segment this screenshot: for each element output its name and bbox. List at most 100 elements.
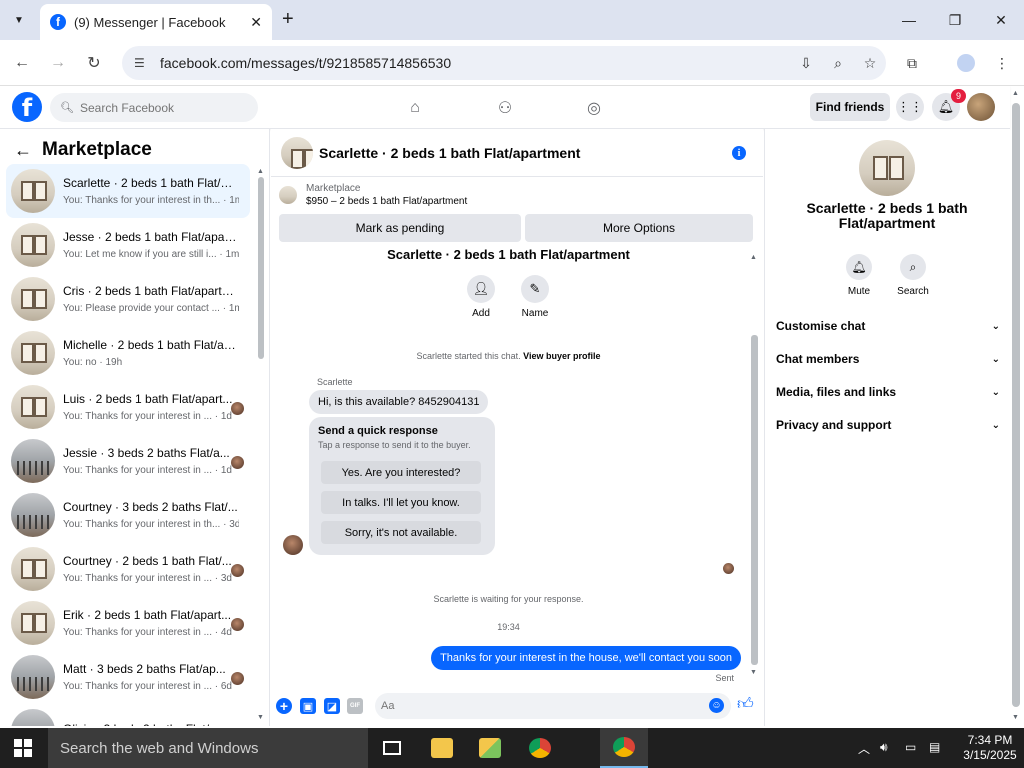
media-files-links-item[interactable]: Media, files and links ⌄ [776, 380, 1000, 404]
conversation-avatar [11, 331, 55, 375]
volume-icon[interactable]: 🔊︎ [880, 740, 888, 755]
scroll-up-arrow-icon[interactable]: ▲ [257, 168, 264, 175]
forward-arrow-icon[interactable]: → [47, 52, 69, 74]
browser-menu-icon[interactable]: ⋮ [990, 52, 1014, 74]
tab-search-chevron-icon[interactable]: ▼ [6, 8, 32, 32]
quick-response-talks-button[interactable]: In talks. I'll let you know. [321, 491, 481, 514]
profile-icon[interactable] [954, 52, 978, 74]
gif-icon[interactable]: GIF [347, 698, 363, 714]
more-options-button[interactable]: More Options [525, 214, 753, 242]
taskbar-clock[interactable]: 7:34 PM 3/15/2025 [958, 733, 1022, 763]
chat-members-item[interactable]: Chat members ⌄ [776, 347, 1000, 371]
facebook-logo-icon[interactable]: f [12, 92, 42, 122]
minimize-icon[interactable]: — [886, 0, 932, 40]
search-action[interactable]: ⌕ Search [893, 254, 933, 297]
conversation-item[interactable]: Jessie · 3 beds 2 baths Flat/a... You: Th… [6, 434, 250, 488]
conversation-list-scrollbar[interactable] [258, 177, 264, 359]
thumbs-up-icon[interactable]: 👍︎ [737, 695, 754, 714]
conversation-item[interactable]: Olivia · 3 beds 2 baths Flat/a... [6, 704, 250, 726]
listing-summary[interactable]: Marketplace $950 – 2 beds 1 bath Flat/ap… [279, 183, 467, 207]
friends-icon[interactable]: ⚇ [493, 96, 517, 120]
reload-icon[interactable]: ↻ [83, 52, 105, 74]
close-tab-icon[interactable]: ✕ [250, 14, 262, 31]
scroll-down-arrow-icon[interactable]: ▼ [257, 714, 264, 721]
add-action[interactable]: 👤︎ Add [461, 275, 501, 319]
install-app-icon[interactable]: ⇩ [790, 55, 822, 72]
photo-icon[interactable]: ▣ [300, 698, 316, 714]
taskbar-search[interactable]: Search the web and Windows [48, 728, 368, 768]
page-scrollbar[interactable] [1012, 103, 1020, 707]
thread-scrollbar[interactable] [751, 335, 758, 665]
conversation-item[interactable]: Matt · 3 beds 2 baths Flat/ap... You: Tha… [6, 650, 250, 704]
file-explorer-icon[interactable] [418, 728, 466, 768]
menu-grid-icon[interactable]: ⋮⋮ [896, 93, 924, 121]
conversation-list: Scarlette · 2 beds 1 bath Flat/ap... You:… [6, 164, 250, 726]
account-avatar[interactable] [967, 93, 995, 121]
quick-response-card: Send a quick response Tap a response to … [309, 417, 495, 555]
groups-icon[interactable]: ◎ [582, 96, 606, 120]
browser-tab[interactable]: f (9) Messenger | Facebook ✕ [40, 4, 272, 40]
name-action[interactable]: ✎ Name [515, 275, 555, 319]
maps-app-icon[interactable] [466, 728, 514, 768]
facebook-search-input[interactable] [79, 100, 250, 115]
conversation-item[interactable]: Jesse · 2 beds 1 bath Flat/apart... You: … [6, 218, 250, 272]
chat-avatar[interactable] [281, 136, 313, 169]
facebook-search[interactable]: 🔍︎ [50, 93, 258, 122]
bookmark-star-icon[interactable]: ☆ [854, 55, 886, 72]
chrome-active-window-icon[interactable] [600, 728, 648, 768]
browser-tab-bar: ▼ f (9) Messenger | Facebook ✕ + — ❐ ✕ [0, 0, 1024, 40]
scroll-down-arrow-icon[interactable]: ▼ [750, 669, 757, 676]
conversation-preview: You: Let me know if you are still i... ·… [63, 249, 239, 260]
sender-avatar[interactable] [283, 535, 303, 555]
close-window-icon[interactable]: ✕ [978, 0, 1024, 40]
address-bar[interactable]: ☰ facebook.com/messages/t/92185857148565… [122, 46, 886, 80]
privacy-support-item[interactable]: Privacy and support ⌄ [776, 413, 1000, 437]
incoming-message[interactable]: Hi, is this available? 8452904131 [309, 390, 489, 414]
customise-chat-item[interactable]: Customise chat ⌄ [776, 314, 1000, 338]
conversation-avatar [11, 709, 55, 726]
conversation-item[interactable]: Courtney · 3 beds 2 baths Flat/... You: T… [6, 488, 250, 542]
zoom-icon[interactable]: ⌕ [822, 55, 854, 72]
restore-icon[interactable]: ❐ [932, 0, 978, 40]
new-tab-plus-icon[interactable]: + [282, 8, 294, 31]
conversation-item[interactable]: Cris · 2 beds 1 bath Flat/apartm... You: … [6, 272, 250, 326]
home-icon[interactable]: ⌂ [403, 96, 427, 120]
listing-thumbnail [279, 186, 297, 204]
find-friends-button[interactable]: Find friends [810, 93, 890, 121]
back-arrow-icon[interactable]: ← [11, 52, 33, 74]
mute-action[interactable]: 🔔︎ Mute [839, 254, 879, 297]
conversation-item[interactable]: Scarlette · 2 beds 1 bath Flat/ap... You:… [6, 164, 250, 218]
outgoing-message[interactable]: Thanks for your interest in the house, w… [431, 646, 741, 670]
conversation-item[interactable]: Erik · 2 beds 1 bath Flat/apart... You: T… [6, 596, 250, 650]
scroll-up-arrow-icon[interactable]: ▲ [750, 254, 757, 261]
emoji-icon[interactable]: ☺ [709, 698, 724, 713]
conversation-avatar [11, 493, 55, 537]
notifications-center-icon[interactable]: ▤ [929, 740, 940, 754]
message-timestamp: 19:34 [497, 622, 520, 632]
message-input[interactable] [375, 693, 731, 719]
sticker-icon[interactable]: ◪ [324, 698, 340, 714]
windows-start-icon[interactable] [14, 739, 32, 757]
site-info-icon[interactable]: ☰ [134, 56, 150, 70]
url-text[interactable]: facebook.com/messages/t/9218585714856530 [160, 55, 790, 71]
extensions-icon[interactable]: ⧉ [900, 52, 924, 74]
tray-chevron-up-icon[interactable]: ︿ [858, 740, 870, 757]
scroll-up-arrow-icon[interactable]: ▲ [1012, 90, 1019, 97]
quick-response-sorry-button[interactable]: Sorry, it's not available. [321, 521, 481, 544]
chat-header: Scarlette · 2 beds 1 bath Flat/apartment [271, 129, 763, 177]
task-view-icon[interactable] [368, 728, 416, 768]
conversation-item[interactable]: Luis · 2 beds 1 bath Flat/apart... You: T… [6, 380, 250, 434]
chat-title[interactable]: Scarlette · 2 beds 1 bath Flat/apartment [319, 145, 580, 161]
conversation-item[interactable]: Michelle · 2 beds 1 bath Flat/ap... You: … [6, 326, 250, 380]
chrome-icon[interactable] [516, 728, 564, 768]
view-buyer-profile-link[interactable]: View buyer profile [523, 351, 600, 361]
conversation-item[interactable]: Courtney · 2 beds 1 bath Flat/... You: Th… [6, 542, 250, 596]
back-arrow-icon[interactable]: ← [14, 140, 32, 161]
details-avatar[interactable] [859, 140, 915, 196]
scroll-down-arrow-icon[interactable]: ▼ [1012, 714, 1019, 721]
plus-icon[interactable]: + [276, 698, 292, 714]
quick-response-yes-button[interactable]: Yes. Are you interested? [321, 461, 481, 484]
info-icon[interactable]: i [732, 146, 746, 160]
mark-as-pending-button[interactable]: Mark as pending [279, 214, 521, 242]
network-icon[interactable]: ▭ [905, 740, 916, 754]
